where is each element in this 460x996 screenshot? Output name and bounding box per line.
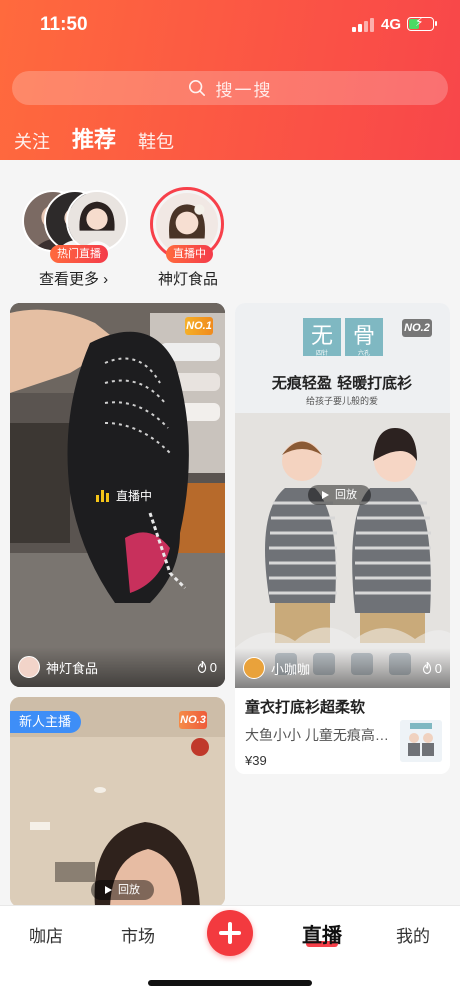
replay-card[interactable]: 新人主播 NO.3 回放	[10, 697, 225, 907]
streamer-name[interactable]: 神灯食品	[158, 268, 218, 289]
rank-badge: NO.1	[185, 317, 213, 335]
replay-card[interactable]: 无 骨 四针 六孔 无痕轻盈 轻暖打底衫 给孩子要儿般的爱 NO.2 回放 小咖…	[235, 303, 450, 774]
product-desc: 大鱼小小 儿童无痕高领打底衫	[245, 727, 395, 743]
svg-text:四针: 四针	[316, 349, 328, 357]
tab-mine[interactable]: 我的	[396, 922, 430, 947]
replay-label: 回放	[91, 880, 154, 900]
flame-icon	[197, 661, 206, 673]
search-bar[interactable]: 搜一搜	[12, 71, 448, 105]
top-tabs: 关注 推荐 鞋包	[14, 124, 196, 154]
replay-label: 回放	[308, 485, 371, 505]
search-placeholder: 搜一搜	[215, 80, 273, 100]
live-strip: 热门直播 查看更多 › 直播中 神灯食品	[0, 160, 460, 295]
new-streamer-tag: 新人主播	[10, 711, 82, 733]
live-bars-icon	[96, 489, 111, 502]
live-card[interactable]: NO.1 直播中 神灯食品 0	[10, 303, 225, 687]
hot-live-badge: 热门直播	[50, 245, 108, 263]
svg-text:无痕轻盈 轻暖打底衫: 无痕轻盈 轻暖打底衫	[271, 374, 412, 392]
play-icon	[322, 491, 329, 499]
tab-shoes-bags[interactable]: 鞋包	[138, 128, 174, 154]
header: 11:50 4G ⚡ 搜一搜 关注 推荐 鞋包	[0, 0, 460, 160]
product-title: 童衣打底衫超柔软	[245, 699, 366, 716]
create-plus-button[interactable]	[207, 910, 253, 956]
product-info[interactable]: 童衣打底衫超柔软 大鱼小小 儿童无痕高领打底衫 ¥39	[235, 688, 450, 774]
live-now-badge: 直播中	[166, 245, 213, 263]
live-indicator: 直播中	[96, 487, 152, 504]
battery-icon: ⚡	[407, 15, 437, 31]
svg-text:给孩子要儿般的爱: 给孩子要儿般的爱	[306, 395, 378, 407]
see-more-link[interactable]: 查看更多 ›	[39, 268, 108, 289]
tab-live[interactable]: 直播	[302, 919, 342, 948]
heat-count: 0	[422, 661, 442, 676]
tab-market[interactable]: 市场	[121, 922, 155, 947]
svg-text:骨: 骨	[353, 324, 375, 349]
live-status-label: 直播中	[116, 489, 153, 503]
heat-count: 0	[197, 660, 217, 675]
rank-badge: NO.2	[402, 319, 432, 337]
tab-recommend[interactable]: 推荐	[72, 122, 116, 154]
rank-badge: NO.3	[179, 711, 207, 729]
product-thumbnail[interactable]	[400, 720, 442, 762]
home-indicator	[148, 980, 312, 986]
card-author: 小咖咖	[271, 661, 311, 677]
play-icon	[105, 886, 112, 894]
card-footer: 小咖咖 0	[235, 648, 450, 688]
flame-icon	[422, 662, 431, 674]
avatar	[18, 656, 40, 678]
tab-follow[interactable]: 关注	[14, 128, 50, 154]
status-bar: 11:50 4G ⚡	[0, 0, 460, 50]
signal-icon	[352, 18, 374, 32]
avatar	[66, 190, 128, 252]
status-time: 11:50	[40, 14, 88, 35]
svg-text:无: 无	[311, 324, 333, 349]
network-label: 4G	[381, 16, 402, 33]
avatar	[243, 657, 265, 679]
card-author: 神灯食品	[46, 660, 99, 676]
tab-shop[interactable]: 咖店	[29, 922, 63, 947]
svg-text:六孔: 六孔	[358, 349, 370, 357]
card-footer: 神灯食品 0	[10, 647, 225, 687]
search-icon	[188, 79, 205, 97]
